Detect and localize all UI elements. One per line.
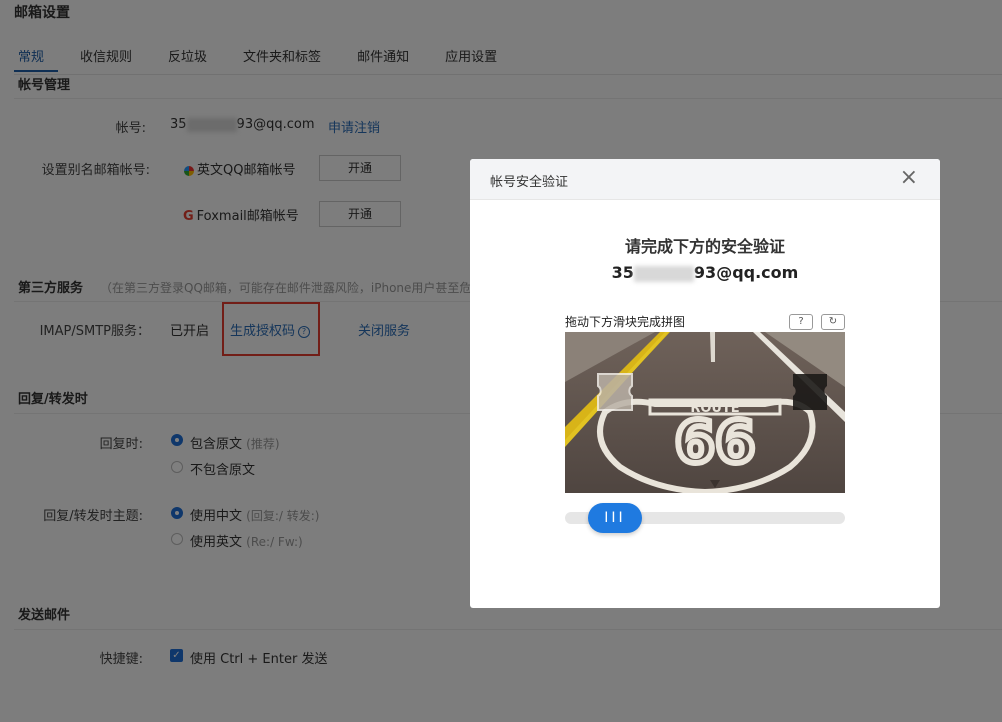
- road-number: 66: [675, 408, 756, 476]
- slider-handle[interactable]: III: [588, 503, 642, 533]
- redacted-block: [633, 265, 694, 282]
- modal-header: 帐号安全验证 ×: [470, 159, 940, 200]
- puzzle-controls: ? ↻: [789, 314, 845, 330]
- security-verification-modal: 帐号安全验证 × 请完成下方的安全验证 35 93@qq.com 拖动下方滑块完成…: [470, 159, 940, 608]
- puzzle-piece: [597, 373, 633, 411]
- verify-heading: 请完成下方的安全验证: [624, 237, 785, 256]
- close-icon[interactable]: ×: [900, 167, 918, 189]
- puzzle-image: ROUTE 66: [565, 332, 845, 493]
- refresh-icon[interactable]: ↻: [821, 314, 845, 330]
- puzzle-hint: 拖动下方滑块完成拼图: [565, 315, 686, 329]
- help-icon[interactable]: ?: [789, 314, 813, 330]
- verify-account: 35 93@qq.com: [611, 263, 799, 282]
- puzzle-slot: [793, 374, 827, 410]
- modal-title: 帐号安全验证: [490, 175, 569, 190]
- route66-road-image: ROUTE 66: [565, 332, 845, 493]
